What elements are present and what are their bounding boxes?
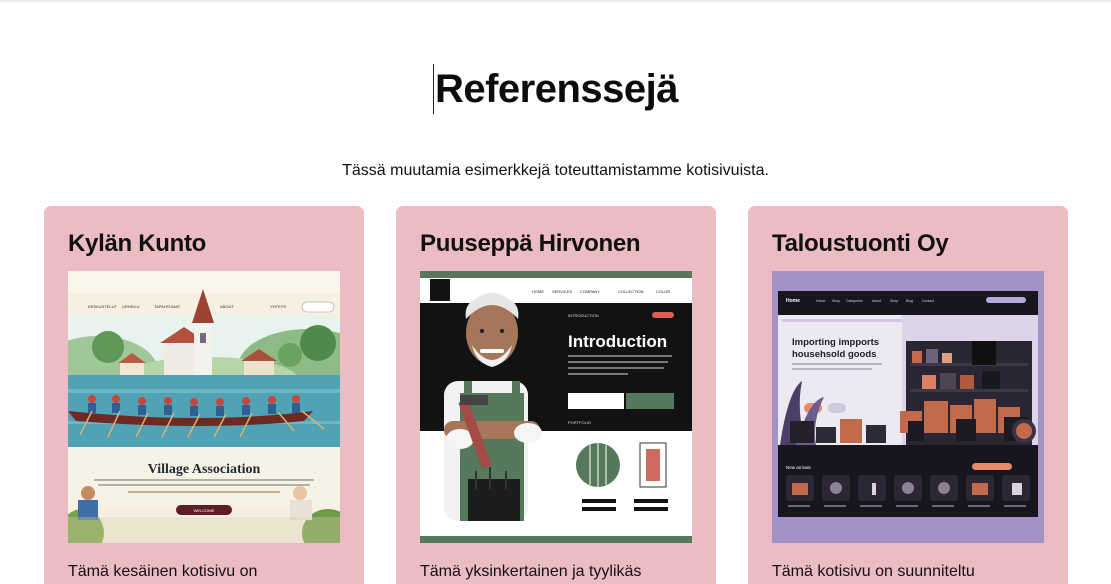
card-description: Tämä yksinkertainen ja tyylikäs [420,563,642,580]
reference-card-taloustuonti-oy[interactable]: Taloustuonti Oy Home Home Shop Categorie… [748,206,1068,584]
mock-nav-item: TAPAHTUMAT [154,304,181,309]
reference-card-kylan-kunto[interactable]: Kylän Kunto KESKUSTELUT URHEILU TAPAHTUM… [44,206,364,584]
page-subtitle: Tässä muutamia esimerkkejä toteuttamista… [342,162,769,179]
mock-heading: Introduction [568,332,667,351]
mock-heading: Importing impports [792,337,879,348]
card-image-village-association: KESKUSTELUT URHEILU TAPAHTUMAT ABOUT YHT… [68,271,340,543]
title-wrap: Referenssejä [0,64,1111,114]
mock-nav-item: SERVICES [552,289,572,294]
mock-button: WELCOME [194,508,215,513]
mock-nav-item: COLOR [656,289,670,294]
card-title: Taloustuonti Oy [772,230,949,257]
card-title: Kylän Kunto [68,230,207,257]
mock-nav-item: Home [816,299,825,303]
mock-section: PORTFOLIO [568,420,591,425]
mock-nav-item: ABOUT [220,304,234,309]
top-divider [0,0,1111,2]
mock-heading: Village Association [148,462,261,477]
mock-nav-item: Shop [890,299,898,303]
mock-nav-item: Blog [906,299,913,303]
mock-heading: househsold goods [792,349,876,360]
mock-nav-item: HOME [532,289,544,294]
mock-brand: Home [786,298,800,304]
mock-nav-item: Categories [846,299,863,303]
mock-nav-item: Shop [832,299,840,303]
card-description: Tämä kesäinen kotisivu on [68,563,258,580]
mock-section: New arrivals [786,465,812,470]
mock-nav-item: About [872,299,881,303]
reference-card-puuseppa-hirvonen[interactable]: Puuseppä Hirvonen HOME SERVICES COMPANY … [396,206,716,584]
mock-nav-item: Contact [922,299,934,303]
card-image-household-imports: Home Home Shop Categories About Shop Blo… [772,271,1044,543]
mock-nav-item: URHEILU [122,304,140,309]
card-image-carpenter: HOME SERVICES COMPANY COLLECTION COLOR I… [420,271,692,543]
mock-nav-item: YHTEYS [270,304,286,309]
mock-nav-item: COLLECTION [618,289,644,294]
page-title: Referenssejä [432,64,679,114]
mock-nav-item: KESKUSTELUT [88,304,117,309]
card-title: Puuseppä Hirvonen [420,230,641,257]
mock-tag: INTRODUCTION [568,313,599,318]
card-description: Tämä kotisivu on suunniteltu [772,563,975,580]
mock-nav-item: COMPANY [580,289,600,294]
